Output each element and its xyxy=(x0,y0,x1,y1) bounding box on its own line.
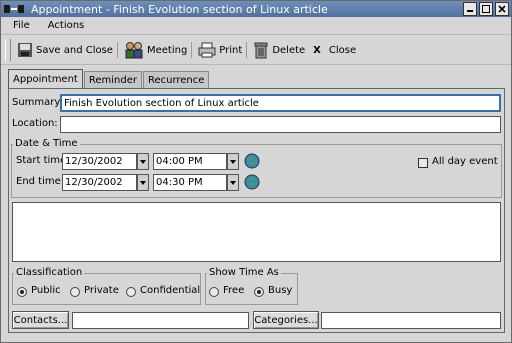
meeting-icon xyxy=(125,42,143,59)
end-date-field[interactable]: 12/30/2002 xyxy=(62,174,137,191)
description-textarea[interactable] xyxy=(12,202,501,262)
datetime-title: Date & Time xyxy=(13,138,80,149)
show-free-label: Free xyxy=(223,285,245,296)
class-private-radio[interactable] xyxy=(70,287,80,297)
toolbar-handle[interactable] xyxy=(5,39,11,61)
toolbar-separator xyxy=(116,42,118,58)
show-busy-radio[interactable] xyxy=(254,287,264,297)
appointment-page: Summary: Finish Evolution section of Lin… xyxy=(8,88,505,333)
location-field[interactable] xyxy=(60,116,501,133)
close-button[interactable]: X Close xyxy=(311,38,358,62)
timezone-globe-icon xyxy=(244,174,260,190)
show-free-radio[interactable] xyxy=(209,287,219,297)
print-button[interactable]: Print xyxy=(196,38,244,62)
class-public-radio[interactable] xyxy=(17,287,27,297)
toolbar-separator xyxy=(246,42,248,58)
appointment-window: Appointment - Finish Evolution section o… xyxy=(0,0,512,343)
end-date-value: 12/30/2002 xyxy=(65,177,123,188)
all-day-checkbox[interactable] xyxy=(418,158,428,168)
location-label: Location: xyxy=(12,118,58,129)
start-date-value: 12/30/2002 xyxy=(65,156,123,167)
tab-bar: Appointment Reminder Recurrence xyxy=(8,69,210,88)
end-time-value: 04:30 PM xyxy=(156,177,203,188)
toolbar-separator xyxy=(191,42,193,58)
timezone-globe-icon xyxy=(244,153,260,169)
start-time-value: 04:00 PM xyxy=(156,156,203,167)
maximize-button[interactable] xyxy=(479,2,493,16)
save-close-button[interactable]: Save and Close xyxy=(15,38,115,62)
maximize-icon xyxy=(482,5,490,13)
meeting-button[interactable]: Meeting xyxy=(122,38,189,62)
show-time-title: Show Time As xyxy=(207,267,281,278)
class-private-label: Private xyxy=(84,285,119,296)
print-icon xyxy=(198,42,216,58)
classification-title: Classification xyxy=(14,267,85,278)
end-time-label: End time: xyxy=(16,176,65,187)
chevron-down-icon xyxy=(140,159,146,164)
meeting-label: Meeting xyxy=(146,44,188,56)
tab-appointment[interactable]: Appointment xyxy=(8,69,83,88)
app-icon xyxy=(3,2,27,16)
categories-button[interactable]: Categories... xyxy=(253,311,319,329)
chevron-down-icon xyxy=(140,180,146,185)
class-public-label: Public xyxy=(31,285,61,296)
end-timezone-button[interactable] xyxy=(243,173,261,191)
delete-button[interactable]: Delete xyxy=(251,38,307,62)
menu-actions[interactable]: Actions xyxy=(48,20,85,31)
close-icon: X xyxy=(313,44,321,56)
delete-label: Delete xyxy=(272,44,306,56)
tab-reminder[interactable]: Reminder xyxy=(83,71,142,88)
toolbar: Save and Close Meeting Print Delete X Cl… xyxy=(1,36,511,65)
end-date-dropdown[interactable] xyxy=(137,174,149,191)
summary-value: Finish Evolution section of Linux articl… xyxy=(64,97,259,109)
save-close-label: Save and Close xyxy=(36,44,113,56)
categories-button-label: Categories... xyxy=(254,314,318,326)
contacts-button-label: Contacts... xyxy=(13,314,68,326)
end-time-field[interactable]: 04:30 PM xyxy=(153,174,227,191)
all-day-label: All day event xyxy=(432,156,498,167)
start-time-dropdown[interactable] xyxy=(227,153,239,170)
title-bar[interactable]: Appointment - Finish Evolution section o… xyxy=(1,1,511,17)
class-confidential-radio[interactable] xyxy=(126,287,136,297)
close-window-icon xyxy=(498,5,506,13)
save-icon xyxy=(18,43,32,57)
delete-icon xyxy=(254,42,268,59)
minimize-button[interactable] xyxy=(463,2,477,16)
show-busy-label: Busy xyxy=(268,285,293,296)
class-confidential-label: Confidential xyxy=(140,285,201,296)
print-label: Print xyxy=(219,44,243,56)
contacts-field[interactable] xyxy=(72,312,249,329)
window-title: Appointment - Finish Evolution section o… xyxy=(31,2,328,16)
contacts-button[interactable]: Contacts... xyxy=(12,311,69,329)
menu-file[interactable]: File xyxy=(13,20,30,31)
minimize-icon xyxy=(467,10,473,12)
end-time-dropdown[interactable] xyxy=(227,174,239,191)
menu-bar: File Actions xyxy=(1,17,511,35)
summary-field[interactable]: Finish Evolution section of Linux articl… xyxy=(60,94,501,112)
start-date-dropdown[interactable] xyxy=(137,153,149,170)
tab-recurrence[interactable]: Recurrence xyxy=(142,71,210,88)
chevron-down-icon xyxy=(230,180,236,185)
chevron-down-icon xyxy=(230,159,236,164)
close-window-button[interactable] xyxy=(495,2,509,16)
start-timezone-button[interactable] xyxy=(243,152,261,170)
categories-field[interactable] xyxy=(321,312,501,329)
close-label: Close xyxy=(328,44,357,56)
start-date-field[interactable]: 12/30/2002 xyxy=(62,153,137,170)
start-time-field[interactable]: 04:00 PM xyxy=(153,153,227,170)
summary-label: Summary: xyxy=(12,97,63,108)
